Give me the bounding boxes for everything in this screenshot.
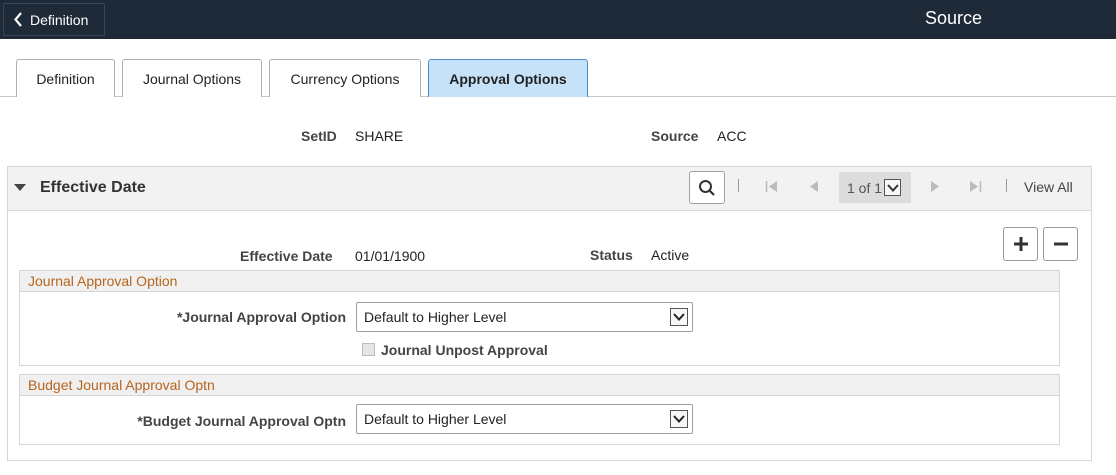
row-pager-text: 1 of 1 [847,179,883,196]
status-value: Active [651,247,690,263]
next-row-icon[interactable] [930,180,940,193]
row-pager[interactable]: 1 of 1 [839,172,911,203]
minus-icon [1053,242,1068,246]
chevron-left-icon [14,12,22,27]
back-button-label: Definition [30,11,89,28]
page-title: Source [925,8,983,28]
page-tabs: Definition Journal Options Currency Opti… [0,59,1116,97]
journal-unpost-approval-label: Journal Unpost Approval [381,342,548,358]
collapse-caret-icon[interactable] [14,184,26,191]
journal-approval-option-label: *Journal Approval Option [176,309,346,325]
search-button[interactable] [689,171,725,204]
chevron-down-icon [670,410,688,428]
tab-journal-options[interactable]: Journal Options [122,59,262,97]
tab-definition[interactable]: Definition [16,59,115,97]
source-label: Source [651,128,699,144]
setid-label: SetID [301,128,337,144]
tab-currency-options-label: Currency Options [290,70,400,87]
tab-approval-options[interactable]: Approval Options [428,59,588,97]
tab-approval-options-label: Approval Options [449,70,567,87]
effective-date-value: 01/01/1900 [355,248,426,264]
journal-approval-group: Journal Approval Option *Journal Approva… [19,270,1060,366]
journal-unpost-approval-checkbox[interactable] [362,343,375,356]
top-banner: Definition Source [0,0,1116,39]
tab-definition-label: Definition [36,70,95,87]
journal-approval-option-value: Default to Higher Level [364,309,507,325]
chevron-down-icon [670,308,688,326]
budget-approval-group-title: Budget Journal Approval Optn [20,375,1059,396]
toolbar-separator [738,179,739,192]
last-row-icon[interactable] [969,180,982,193]
budget-approval-option-label: *Budget Journal Approval Optn [137,413,346,429]
tab-currency-options[interactable]: Currency Options [269,59,421,97]
tab-journal-options-label: Journal Options [142,70,242,87]
journal-approval-option-select[interactable]: Default to Higher Level [356,302,693,332]
budget-approval-option-value: Default to Higher Level [364,411,507,427]
first-row-icon[interactable] [765,180,778,193]
journal-approval-group-title: Journal Approval Option [20,271,1059,292]
toolbar-separator [1006,179,1007,192]
status-label: Status [590,247,633,263]
delete-row-button[interactable] [1043,227,1078,261]
effective-date-grid-title: Effective Date [40,179,146,196]
budget-approval-group: Budget Journal Approval Optn *Budget Jou… [19,374,1060,445]
setid-value: SHARE [355,128,404,144]
budget-approval-option-select[interactable]: Default to Higher Level [356,404,693,434]
add-row-button[interactable] [1003,227,1038,261]
chevron-down-icon[interactable] [884,179,902,196]
back-button[interactable]: Definition [3,3,105,36]
effective-date-label: Effective Date [240,248,333,264]
effective-date-grid: Effective Date 1 of 1 View All Effective… [7,166,1092,461]
source-value: ACC [717,128,747,144]
effective-date-grid-header: Effective Date 1 of 1 View All [8,167,1091,211]
previous-row-icon[interactable] [809,180,819,193]
view-all-link[interactable]: View All [1024,179,1073,195]
plus-icon [1013,237,1028,251]
search-icon [699,179,715,196]
